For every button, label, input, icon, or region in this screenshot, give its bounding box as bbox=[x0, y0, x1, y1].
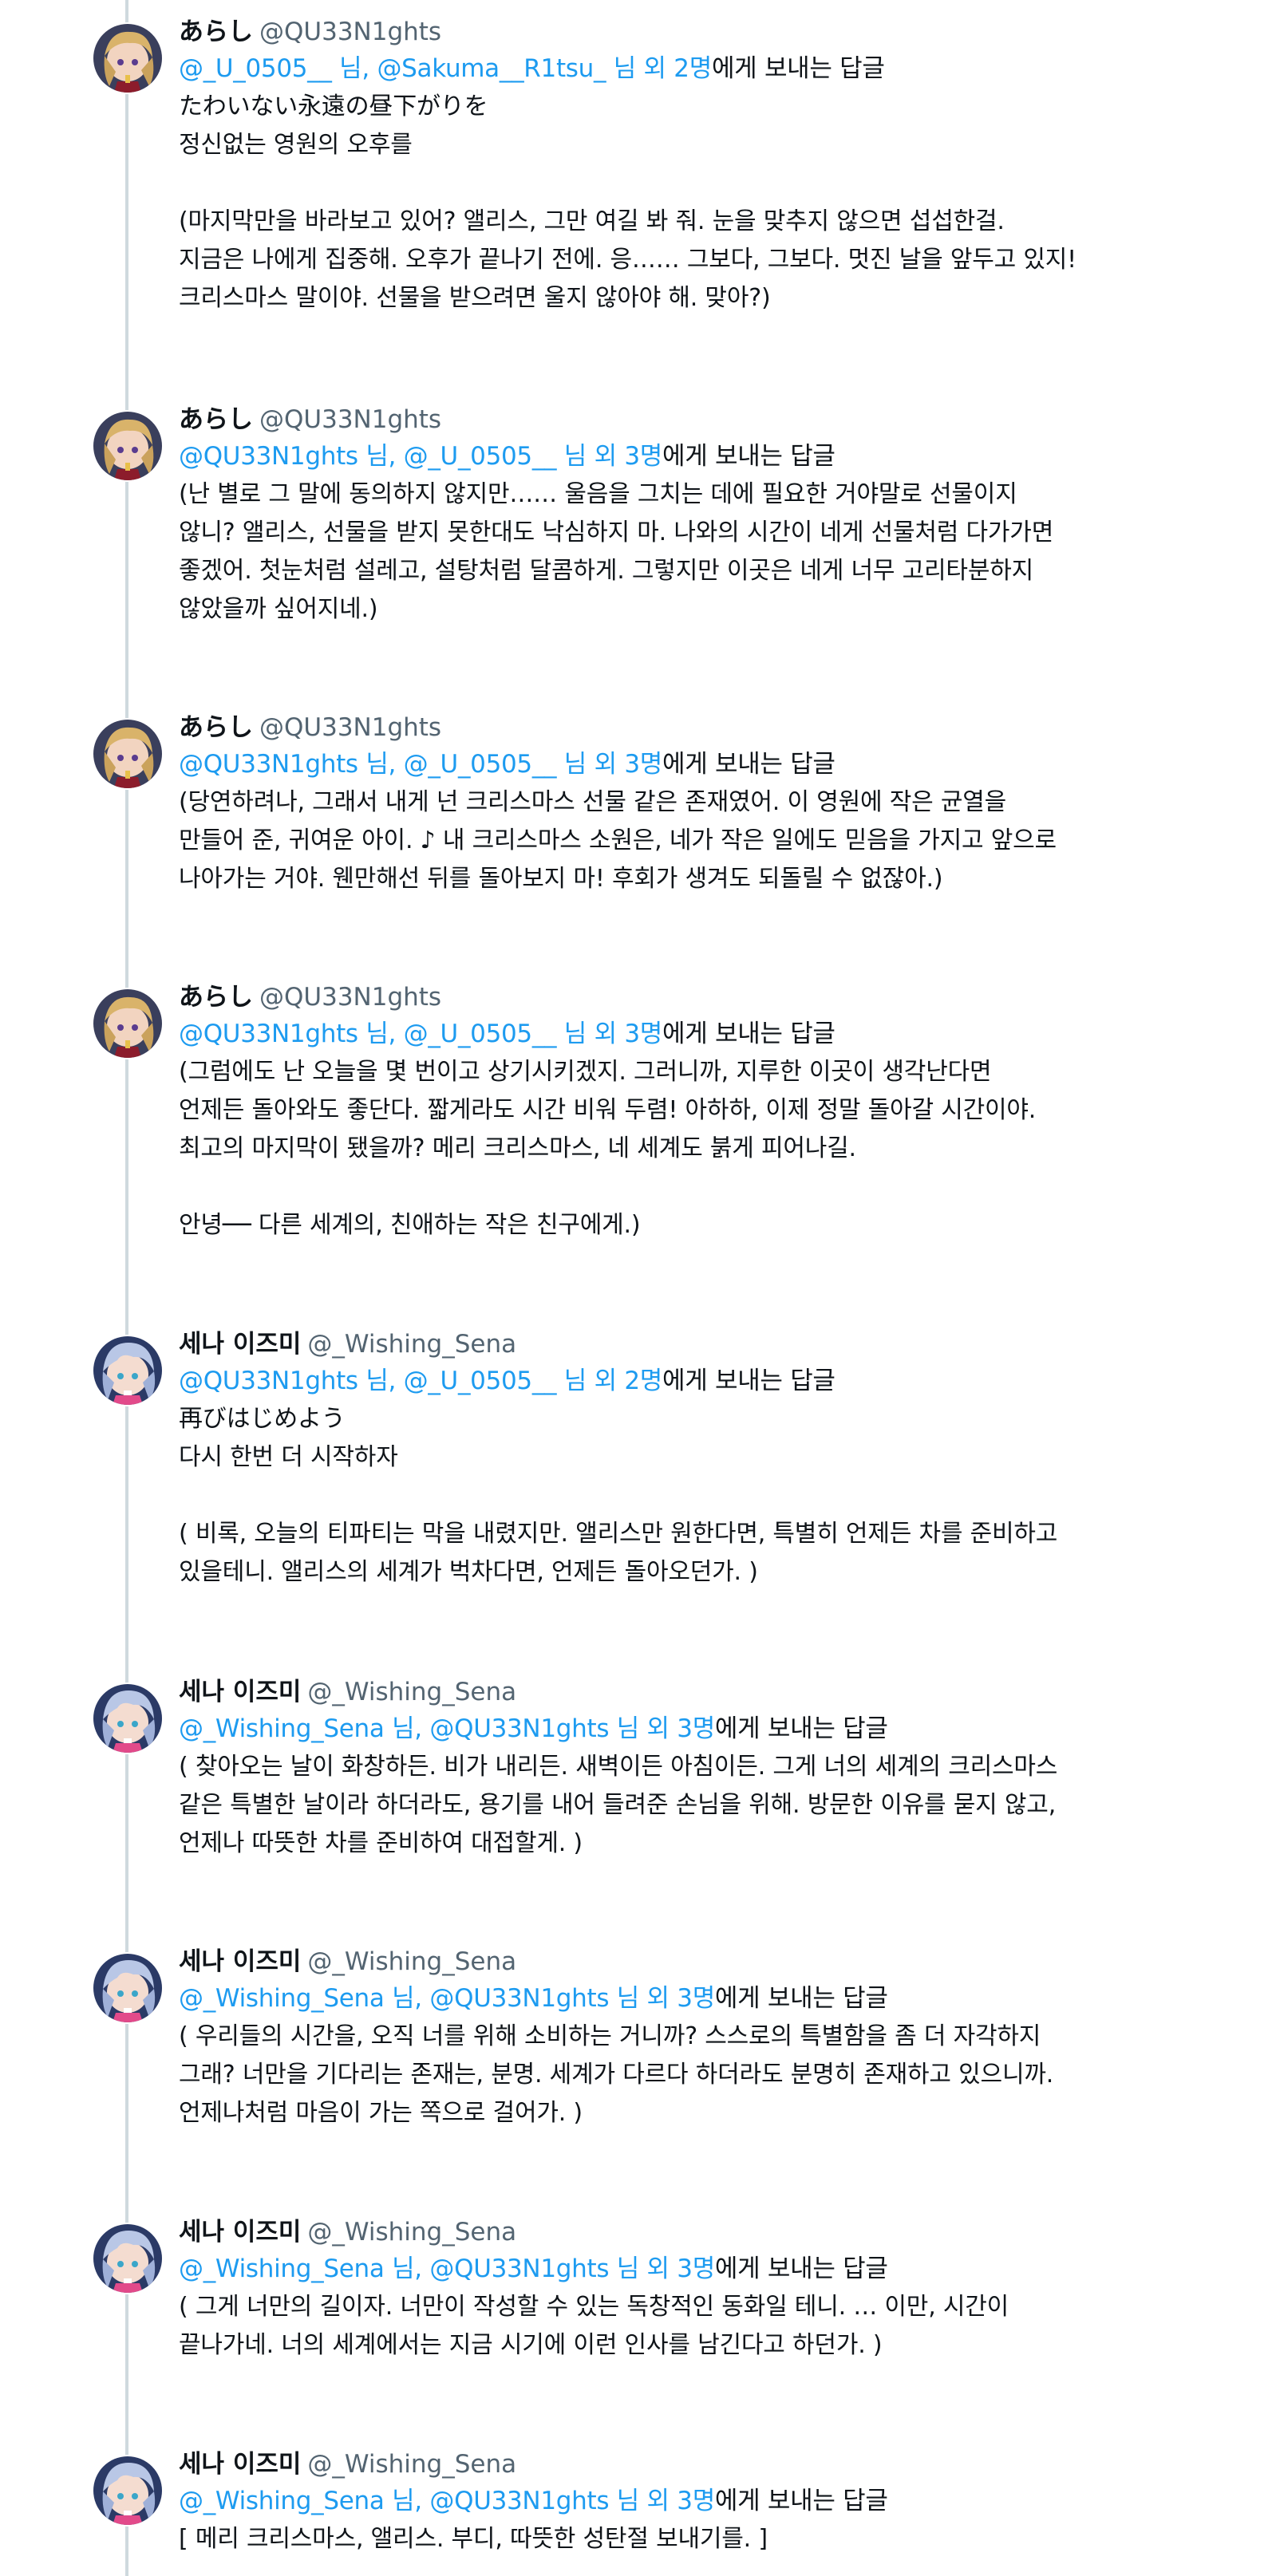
tweet-text: (난 별로 그 말에 동의하지 않지만…… 울음을 그치는 데에 필요한 거야말… bbox=[179, 480, 1054, 623]
reply-context: @QU33N1ghts 님, @_U_0505__ 님 외 3명에게 보내는 답… bbox=[179, 745, 1212, 783]
author-handle[interactable]: @QU33N1ghts bbox=[259, 983, 441, 1012]
avatar[interactable] bbox=[93, 2224, 162, 2293]
reply-context: @_Wishing_Sena 님, @QU33N1ghts 님 외 3명에게 보… bbox=[179, 2482, 1212, 2520]
reply-suffix: 에게 보내는 답글 bbox=[711, 54, 885, 83]
reply-suffix: 에게 보내는 답글 bbox=[714, 1984, 888, 2013]
reply-targets-link[interactable]: @_Wishing_Sena 님, @QU33N1ghts 님 외 3명 bbox=[179, 1714, 715, 1743]
arashi-avatar-icon bbox=[93, 720, 162, 788]
arashi-avatar-icon bbox=[93, 24, 162, 93]
author-handle[interactable]: @QU33N1ghts bbox=[259, 18, 441, 46]
author-name[interactable]: あらし bbox=[179, 713, 253, 742]
author-name[interactable]: 세나 이즈미 bbox=[179, 1678, 301, 1706]
tweet-text: ( 우리들의 시간을, 오직 너를 위해 소비하는 거니까? 스스로의 특별함을… bbox=[179, 2022, 1054, 2127]
tweet-text: [ 메리 크리스마스, 앨리스. 부디, 따뜻한 성탄절 보내기를. ] bbox=[179, 2525, 768, 2553]
sena-avatar-icon bbox=[93, 2456, 162, 2525]
arashi-avatar-icon bbox=[93, 412, 162, 480]
author-name[interactable]: あらし bbox=[179, 18, 253, 46]
reply-targets-link[interactable]: @QU33N1ghts 님, @_U_0505__ 님 외 2명 bbox=[179, 1367, 662, 1395]
reply-suffix: 에게 보내는 답글 bbox=[662, 1020, 836, 1048]
reply-suffix: 에게 보내는 답글 bbox=[714, 1714, 888, 1743]
tweet-text: ( 찾아오는 날이 화창하든. 비가 내리든. 새벽이든 아침이든. 그게 너의… bbox=[179, 1753, 1058, 1857]
reply-targets-link[interactable]: @QU33N1ghts 님, @_U_0505__ 님 외 3명 bbox=[179, 442, 662, 471]
reply-targets-link[interactable]: @QU33N1ghts 님, @_U_0505__ 님 외 3명 bbox=[179, 750, 662, 779]
avatar[interactable] bbox=[93, 1336, 162, 1405]
reply-context: @_U_0505__ 님, @Sakuma__R1tsu_ 님 외 2명에게 보… bbox=[179, 49, 1212, 88]
tweet-text: (그럼에도 난 오늘을 몇 번이고 상기시키겠지. 그러니까, 지루한 이곳이 … bbox=[179, 1058, 1037, 1239]
sena-avatar-icon bbox=[93, 1684, 162, 1753]
avatar[interactable] bbox=[93, 412, 162, 480]
tweet-text: ( 그게 너만의 길이자. 너만이 작성할 수 있는 독창적인 동화일 테니. … bbox=[179, 2293, 1009, 2359]
avatar[interactable] bbox=[93, 2456, 162, 2525]
author-name[interactable]: 세나 이즈미 bbox=[179, 2218, 301, 2247]
reply-targets-link[interactable]: @_Wishing_Sena 님, @QU33N1ghts 님 외 3명 bbox=[179, 1984, 715, 2013]
reply-suffix: 에게 보내는 답글 bbox=[662, 750, 836, 779]
author-handle[interactable]: @_Wishing_Sena bbox=[307, 1947, 516, 1976]
author-handle[interactable]: @QU33N1ghts bbox=[259, 713, 441, 742]
reply-context: @QU33N1ghts 님, @_U_0505__ 님 외 3명에게 보내는 답… bbox=[179, 437, 1212, 475]
avatar[interactable] bbox=[93, 24, 162, 93]
sena-avatar-icon bbox=[93, 2224, 162, 2293]
reply-targets-link[interactable]: @QU33N1ghts 님, @_U_0505__ 님 외 3명 bbox=[179, 1020, 662, 1048]
tweet-text: (당연하려나, 그래서 내게 넌 크리스마스 선물 같은 존재였어. 이 영원에… bbox=[179, 788, 1057, 893]
avatar[interactable] bbox=[93, 989, 162, 1058]
author-handle[interactable]: @QU33N1ghts bbox=[259, 405, 441, 434]
author-handle[interactable]: @_Wishing_Sena bbox=[307, 2450, 516, 2479]
author-name[interactable]: 세나 이즈미 bbox=[179, 1330, 301, 1359]
avatar[interactable] bbox=[93, 1684, 162, 1753]
sena-avatar-icon bbox=[93, 1336, 162, 1405]
reply-targets-link[interactable]: @_U_0505__ 님, @Sakuma__R1tsu_ 님 외 2명 bbox=[179, 54, 712, 83]
reply-context: @QU33N1ghts 님, @_U_0505__ 님 외 2명에게 보내는 답… bbox=[179, 1362, 1212, 1400]
author-name[interactable]: 세나 이즈미 bbox=[179, 2450, 301, 2479]
reply-context: @_Wishing_Sena 님, @QU33N1ghts 님 외 3명에게 보… bbox=[179, 1979, 1212, 2018]
avatar[interactable] bbox=[93, 720, 162, 788]
author-handle[interactable]: @_Wishing_Sena bbox=[307, 1678, 516, 1706]
reply-context: @_Wishing_Sena 님, @QU33N1ghts 님 외 3명에게 보… bbox=[179, 2250, 1212, 2288]
reply-suffix: 에게 보내는 답글 bbox=[714, 2487, 888, 2515]
tweet-text: たわいない永遠の昼下がりを 정신없는 영원의 오후를 (마지막만을 바라보고 있… bbox=[179, 93, 1077, 312]
author-name[interactable]: あらし bbox=[179, 405, 253, 434]
reply-targets-link[interactable]: @_Wishing_Sena 님, @QU33N1ghts 님 외 3명 bbox=[179, 2487, 715, 2515]
author-name[interactable]: 세나 이즈미 bbox=[179, 1947, 301, 1976]
arashi-avatar-icon bbox=[93, 989, 162, 1058]
author-name[interactable]: あらし bbox=[179, 983, 253, 1012]
sena-avatar-icon bbox=[93, 1954, 162, 2022]
reply-targets-link[interactable]: @_Wishing_Sena 님, @QU33N1ghts 님 외 3명 bbox=[179, 2254, 715, 2283]
author-handle[interactable]: @_Wishing_Sena bbox=[307, 2218, 516, 2247]
thread-connector-line bbox=[125, 0, 128, 2576]
tweet-text: 再びはじめよう 다시 한번 더 시작하자 ( 비록, 오늘의 티파티는 막을 내… bbox=[179, 1405, 1058, 1586]
reply-suffix: 에게 보내는 답글 bbox=[714, 2254, 888, 2283]
reply-suffix: 에게 보내는 답글 bbox=[662, 1367, 836, 1395]
reply-context: @_Wishing_Sena 님, @QU33N1ghts 님 외 3명에게 보… bbox=[179, 1710, 1212, 1748]
author-handle[interactable]: @_Wishing_Sena bbox=[307, 1330, 516, 1359]
avatar[interactable] bbox=[93, 1954, 162, 2022]
reply-suffix: 에게 보내는 답글 bbox=[662, 442, 836, 471]
reply-context: @QU33N1ghts 님, @_U_0505__ 님 외 3명에게 보내는 답… bbox=[179, 1015, 1212, 1053]
